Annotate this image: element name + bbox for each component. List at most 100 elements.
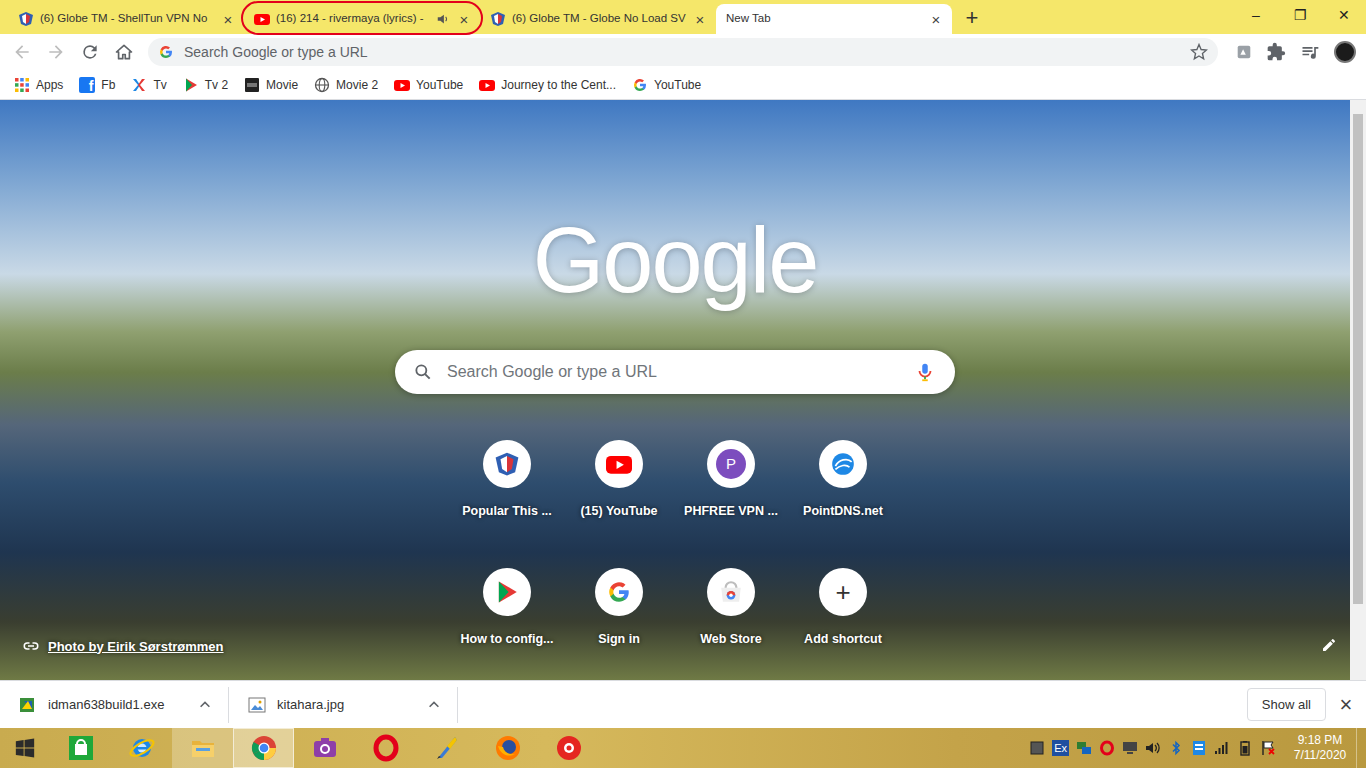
close-shelf-button[interactable]: × (1326, 694, 1366, 716)
shortcut-tile[interactable]: PointDNS.net (787, 424, 899, 552)
google-icon (606, 579, 632, 605)
battery-icon[interactable] (1237, 740, 1253, 756)
edit-pencil-icon[interactable] (1320, 636, 1338, 654)
tray-app-icon[interactable]: Ex (1052, 740, 1069, 756)
taskbar-app[interactable] (111, 728, 172, 768)
new-tab-button[interactable]: + (960, 6, 984, 30)
volume-icon[interactable] (1145, 740, 1161, 756)
close-button[interactable]: ✕ (1322, 0, 1366, 30)
store-icon (67, 734, 95, 762)
search-input[interactable] (447, 360, 899, 384)
scrollbar[interactable] (1350, 100, 1366, 680)
media-control-icon[interactable] (1294, 38, 1326, 66)
speaker-icon[interactable] (436, 12, 450, 26)
taskbar-app[interactable] (355, 728, 416, 768)
scrollbar-thumb[interactable] (1353, 114, 1363, 604)
pointdns-icon (830, 451, 856, 477)
photo-credit-link[interactable]: Photo by Eirik Sørstrømmen (48, 637, 224, 657)
movie-icon (244, 77, 260, 93)
monitor-icon[interactable] (1122, 740, 1138, 756)
tab[interactable]: (6) Globe TM - ShellTun VPN No× (8, 4, 244, 34)
globe-icon (18, 11, 34, 27)
shortcut-tile[interactable]: PPHFREE VPN ... (675, 424, 787, 552)
taskbar-app[interactable] (538, 728, 599, 768)
chevron-up-icon[interactable] (427, 698, 441, 712)
youtube-icon (394, 77, 410, 93)
show-all-button[interactable]: Show all (1247, 688, 1326, 722)
shortcut-tile[interactable]: (15) YouTube (563, 424, 675, 552)
taskbar-app[interactable] (416, 728, 477, 768)
tab[interactable]: (6) Globe TM - Globe No Load SV× (480, 4, 716, 34)
chevron-up-icon[interactable] (198, 698, 212, 712)
tab-close-button[interactable]: × (692, 11, 708, 27)
bookmark[interactable]: YouTube (388, 73, 469, 97)
forward-arrow-icon[interactable] (40, 38, 72, 66)
clock[interactable]: 9:18 PM7/11/2020 (1284, 733, 1356, 763)
download-item[interactable]: kitahara.jpg (229, 687, 458, 723)
box-icon[interactable] (1029, 740, 1045, 756)
shortcut-icon (595, 440, 643, 488)
reload-icon[interactable] (74, 38, 106, 66)
photo-credit[interactable]: Photo by Eirik Sørstrømmen (22, 637, 224, 657)
bluetooth-icon[interactable] (1168, 740, 1184, 756)
bookmark[interactable]: Apps (8, 73, 69, 97)
download-item[interactable]: idman638build1.exe (0, 687, 229, 723)
minimize-button[interactable]: – (1234, 0, 1278, 30)
windows-start-icon[interactable] (0, 728, 50, 768)
network-icon[interactable] (1076, 740, 1092, 756)
shortcut-icon (595, 568, 643, 616)
google-logo: Google (533, 210, 818, 310)
tab[interactable]: New Tab× (716, 4, 952, 34)
signal-icon[interactable] (1214, 740, 1230, 756)
letter-icon: P (726, 453, 736, 476)
extension-icon[interactable] (1230, 38, 1258, 66)
taskbar: Ex 9:18 PM7/11/2020 (0, 728, 1366, 768)
shortcut-label: Popular This ... (462, 502, 552, 521)
tab-close-button[interactable]: × (220, 11, 236, 27)
flag-icon[interactable] (1260, 740, 1276, 756)
star-icon[interactable] (1188, 41, 1210, 63)
bookmark[interactable]: Movie 2 (308, 73, 384, 97)
play-icon (183, 77, 199, 93)
new-tab-page: Google Popular This ... (15) YouTubePPHFRE… (0, 100, 1366, 680)
shortcut-icon (483, 440, 531, 488)
puzzle-icon[interactable] (1260, 38, 1292, 66)
shortcut-tile[interactable]: How to config... (451, 552, 563, 680)
chrome-icon (250, 734, 278, 762)
installer-icon (18, 695, 38, 715)
tab-close-button[interactable]: × (928, 11, 944, 27)
show-desktop-button[interactable] (1356, 728, 1366, 768)
profile-avatar-icon[interactable] (1334, 41, 1356, 63)
microphone-icon[interactable] (913, 360, 937, 384)
bookmark[interactable]: YouTube (626, 73, 707, 97)
bookmark-label: Tv 2 (205, 76, 228, 94)
bookmark[interactable]: fFb (73, 73, 121, 97)
globe-icon (314, 77, 330, 93)
tab[interactable]: (16) 214 - rivermaya (lyrics) -× (244, 4, 480, 34)
bookmark[interactable]: Movie (238, 73, 304, 97)
taskbar-app[interactable] (294, 728, 355, 768)
bookmark[interactable]: Journey to the Cent... (473, 73, 622, 97)
app-icon[interactable] (1191, 740, 1207, 756)
shortcut-tile[interactable]: Popular This ... (451, 424, 563, 552)
shortcut-icon (707, 568, 755, 616)
shortcut-label: PointDNS.net (803, 502, 883, 521)
shortcut-tile[interactable]: Sign in (563, 552, 675, 680)
taskbar-app[interactable] (477, 728, 538, 768)
opera-icon[interactable] (1099, 740, 1115, 756)
omnibox[interactable] (148, 38, 1218, 66)
search-box[interactable] (395, 350, 955, 394)
omnibox-input[interactable] (184, 42, 1178, 63)
shortcut-tile[interactable]: Web Store (675, 552, 787, 680)
restore-button[interactable]: ❐ (1278, 0, 1322, 30)
shortcut-label: Sign in (598, 630, 640, 649)
tab-close-button[interactable]: × (456, 11, 472, 27)
taskbar-app[interactable] (233, 728, 294, 768)
bookmark[interactable]: Tv 2 (177, 73, 234, 97)
taskbar-app[interactable] (50, 728, 111, 768)
bookmark[interactable]: Tv (125, 73, 172, 97)
shortcut-tile[interactable]: +Add shortcut (787, 552, 899, 680)
taskbar-app[interactable] (172, 728, 233, 768)
home-icon[interactable] (108, 38, 140, 66)
back-arrow-icon[interactable] (6, 38, 38, 66)
